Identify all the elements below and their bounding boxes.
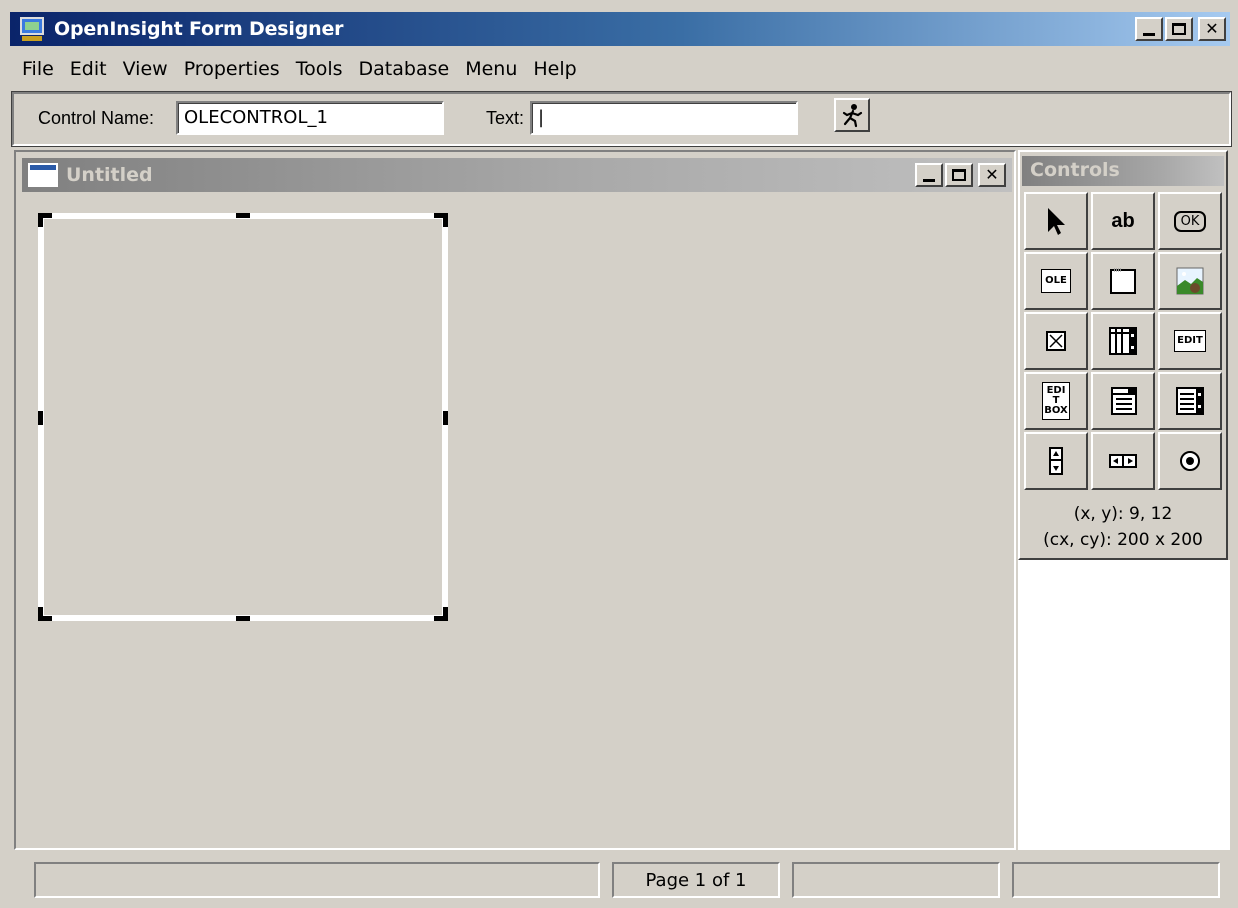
resize-handle-top-left-v[interactable]: [38, 213, 43, 227]
window-title: OpenInsight Form Designer: [54, 18, 344, 40]
status-pane-3: [792, 862, 1000, 898]
status-pane-page: Page 1 of 1: [612, 862, 780, 898]
form-maximize-button[interactable]: [945, 163, 973, 187]
combo-box-icon: [1111, 387, 1137, 415]
form-window-icon: [28, 163, 58, 187]
resize-handle-bottom-left-v[interactable]: [38, 607, 43, 621]
form-workspace: Untitled ✕: [14, 150, 1016, 850]
controls-palette: Controls ab OK OLE EDIT EDIT BOX (x, y):…: [1018, 150, 1228, 560]
combo-box-tool[interactable]: [1091, 372, 1155, 430]
menu-menu[interactable]: Menu: [457, 54, 525, 84]
resize-handle-bottom[interactable]: [236, 616, 250, 621]
form-caption-buttons: ✕: [915, 163, 1006, 187]
maximize-icon: [1172, 23, 1186, 35]
bitmap-picture-icon: [1176, 267, 1204, 295]
pointer-tool[interactable]: [1024, 192, 1088, 250]
group-box-icon: [1110, 268, 1136, 294]
push-button-tool[interactable]: OK: [1158, 192, 1222, 250]
form-title: Untitled: [66, 164, 153, 186]
checkbox-tool[interactable]: [1024, 312, 1088, 370]
close-button[interactable]: ✕: [1198, 17, 1226, 41]
ole-control-selected[interactable]: [38, 213, 448, 621]
control-name-input[interactable]: OLECONTROL_1: [176, 101, 444, 135]
maximize-button[interactable]: [1165, 17, 1193, 41]
palette-tool-grid: ab OK OLE EDIT EDIT BOX: [1024, 192, 1222, 490]
title-bar[interactable]: OpenInsight Form Designer ✕: [10, 12, 1230, 46]
status-pane-message: [34, 862, 600, 898]
close-icon: ✕: [985, 165, 999, 184]
vertical-scrollbar-icon: [1049, 447, 1063, 475]
resize-handle-top[interactable]: [236, 213, 250, 218]
edit-table-tool[interactable]: [1091, 312, 1155, 370]
status-pane-4: [1012, 862, 1220, 898]
edit-table-icon: [1109, 327, 1137, 355]
control-name-label: Control Name:: [38, 108, 155, 128]
vertical-scrollbar-tool[interactable]: [1024, 432, 1088, 490]
list-box-icon: [1176, 387, 1204, 415]
static-text-tool[interactable]: ab: [1091, 192, 1155, 250]
checkbox-icon: [1046, 331, 1066, 351]
resize-handle-top-right-v[interactable]: [443, 213, 448, 227]
menu-bar: File Edit View Properties Tools Database…: [14, 54, 585, 84]
position-readout: (x, y): 9, 12: [1073, 504, 1173, 524]
group-box-tool[interactable]: [1091, 252, 1155, 310]
edit-box-tool[interactable]: EDIT BOX: [1024, 372, 1088, 430]
bitmap-tool[interactable]: [1158, 252, 1222, 310]
radio-button-icon: [1180, 451, 1200, 471]
ok-button-icon: OK: [1173, 210, 1207, 232]
test-run-button[interactable]: [834, 98, 870, 132]
minimize-icon: [1143, 32, 1155, 36]
arrow-pointer-icon: [1048, 208, 1065, 235]
menu-database[interactable]: Database: [351, 54, 458, 84]
ole-icon: OLE: [1041, 269, 1071, 293]
text-input[interactable]: |: [530, 101, 798, 135]
palette-empty-area: [1018, 560, 1230, 850]
property-toolbar: Control Name: OLECONTROL_1 Text: |: [11, 91, 1232, 147]
form-title-bar[interactable]: Untitled ✕: [22, 158, 1012, 192]
resize-handle-right[interactable]: [443, 411, 448, 425]
menu-tools[interactable]: Tools: [288, 54, 351, 84]
edit-line-tool[interactable]: EDIT: [1158, 312, 1222, 370]
menu-file[interactable]: File: [14, 54, 62, 84]
list-box-tool[interactable]: [1158, 372, 1222, 430]
horizontal-scrollbar-icon: [1109, 454, 1137, 468]
resize-handle-left[interactable]: [38, 411, 43, 425]
window-caption-buttons: ✕: [1135, 17, 1226, 41]
menu-view[interactable]: View: [115, 54, 176, 84]
text-ab-icon: ab: [1111, 209, 1135, 232]
resize-handle-bottom-right-v[interactable]: [443, 607, 448, 621]
horizontal-scrollbar-tool[interactable]: [1091, 432, 1155, 490]
radio-button-tool[interactable]: [1158, 432, 1222, 490]
status-bar: Page 1 of 1: [0, 852, 1238, 908]
menu-properties[interactable]: Properties: [176, 54, 288, 84]
running-man-icon: [842, 104, 863, 128]
menu-help[interactable]: Help: [525, 54, 584, 84]
openinsight-app-icon[interactable]: [18, 15, 46, 43]
palette-title[interactable]: Controls: [1022, 156, 1224, 186]
text-label: Text:: [486, 108, 525, 128]
form-designer-window: OpenInsight Form Designer ✕ File Edit Vi…: [0, 0, 1238, 908]
minimize-button[interactable]: [1135, 17, 1163, 41]
size-readout: (cx, cy): 200 x 200: [1043, 530, 1203, 550]
form-minimize-button[interactable]: [915, 163, 943, 187]
form-close-button[interactable]: ✕: [978, 163, 1006, 187]
ole-control-tool[interactable]: OLE: [1024, 252, 1088, 310]
edit-line-icon: EDIT: [1174, 330, 1206, 352]
maximize-icon: [952, 169, 966, 181]
minimize-icon: [923, 178, 935, 182]
menu-edit[interactable]: Edit: [62, 54, 115, 84]
close-icon: ✕: [1205, 19, 1219, 38]
edit-box-icon: EDIT BOX: [1042, 382, 1070, 420]
